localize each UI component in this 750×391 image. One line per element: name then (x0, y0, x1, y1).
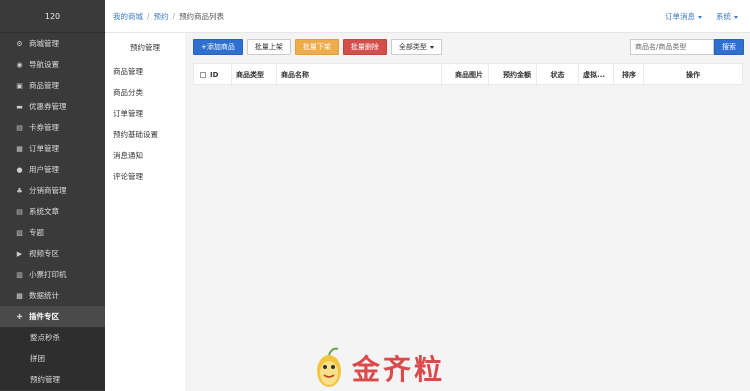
sidebar-item-label: 插件专区 (29, 312, 59, 321)
batch-delete-button[interactable]: 批量删除 (342, 39, 387, 55)
subnav-link-4[interactable]: 预约基础设置 (105, 124, 185, 145)
gear-icon: ⚙ (16, 39, 23, 48)
batch-unpublish-button[interactable]: 批量下架 (294, 39, 339, 55)
toolbar: +添加商品 批量上架 批量下架 批量删除 全部类型 (193, 39, 442, 55)
sidebar-subnav: 整点秒杀 拼团 预约管理 (0, 327, 105, 390)
table-header: ID 商品类型 商品名称 商品图片 预约金额 状态 虚拟... 排序 操作 (194, 64, 742, 86)
col-id-label: ID (210, 71, 219, 79)
type-filter-label: 全部类型 (398, 43, 427, 51)
sidebar-item-6[interactable]: ▦ 订单管理 (0, 138, 105, 159)
sidebar-subitem-1[interactable]: 整点秒杀 (0, 327, 105, 348)
col-name: 商品名称 (277, 64, 442, 86)
sidebar-item-label: 视频专区 (29, 249, 59, 258)
plugin-subnav: 预约管理 商品管理 商品分类 订单管理 预约基础设置 消息通知 评论管理 (105, 33, 185, 391)
printer-icon: ▥ (16, 270, 23, 279)
sidebar-item-7[interactable]: ● 用户管理 (0, 159, 105, 180)
chevron-down-icon (698, 15, 702, 19)
sidebar-item-2[interactable]: ◉ 导航设置 (0, 54, 105, 75)
main-content: +添加商品 批量上架 批量下架 批量删除 全部类型 搜索 ID 商品类型 商品名… (185, 33, 750, 391)
col-amount: 预约金额 (489, 64, 537, 86)
sidebar-subitem-3[interactable]: 预约管理 (0, 369, 105, 390)
sidebar-item-label: 商城管理 (29, 39, 59, 48)
subnav-link-1[interactable]: 商品管理 (105, 61, 185, 82)
sidebar-item-9[interactable]: ▤ 系统文章 (0, 201, 105, 222)
breadcrumb: 我的商城 / 预约 / 预约商品列表 (113, 11, 225, 21)
compass-icon: ◉ (16, 60, 23, 69)
search-input[interactable] (630, 39, 714, 55)
sidebar-item-11[interactable]: ▶ 视频专区 (0, 243, 105, 264)
sidebar-item-label: 商品管理 (29, 81, 59, 90)
sidebar-item-5[interactable]: ▤ 卡券管理 (0, 117, 105, 138)
col-sort: 排序 (614, 64, 644, 86)
col-actions: 操作 (686, 71, 700, 79)
brand-title: 120 (0, 0, 105, 33)
card-icon: ▤ (16, 123, 23, 132)
sidebar-item-label: 用户管理 (29, 165, 59, 174)
video-icon: ▶ (16, 249, 23, 258)
breadcrumb-booking[interactable]: 预约 (154, 12, 169, 21)
sidebar-item-label: 小票打印机 (29, 270, 67, 279)
breadcrumb-home[interactable]: 我的商城 (113, 12, 143, 21)
chevron-down-icon (734, 15, 738, 19)
sidebar-item-10[interactable]: ▧ 专题 (0, 222, 105, 243)
col-status: 状态 (537, 64, 579, 86)
main-sidebar: 120 ⚙ 商城管理 ◉ 导航设置 ▣ 商品管理 ▬ 优惠券管理 ▤ 卡券管理 ▦ 订单管理 ● 用户管理… (0, 0, 105, 391)
sidebar-item-label: 订单管理 (29, 144, 59, 153)
subnav-title: 预约管理 (130, 42, 160, 52)
sidebar-item-8[interactable]: ♣ 分销商管理 (0, 180, 105, 201)
sidebar-item-12[interactable]: ▥ 小票打印机 (0, 264, 105, 285)
col-id: ID (194, 64, 232, 86)
sidebar-item-13[interactable]: ▩ 数据统计 (0, 285, 105, 306)
sidebar-item-label: 分销商管理 (29, 186, 67, 195)
sidebar-item-1[interactable]: ⚙ 商城管理 (0, 33, 105, 54)
add-product-button[interactable]: +添加商品 (193, 39, 243, 55)
col-virtual: 虚拟... (579, 64, 614, 86)
puzzle-icon: ✚ (16, 312, 23, 321)
chevron-down-icon (429, 45, 434, 49)
order-icon: ▦ (16, 144, 23, 153)
top-bar: 我的商城 / 预约 / 预约商品列表 订单消息 系统 (105, 0, 750, 33)
system-menu[interactable]: 系统 (716, 11, 738, 22)
sidebar-item-label: 导航设置 (29, 60, 59, 69)
document-icon: ▤ (16, 207, 23, 216)
sidebar-item-3[interactable]: ▣ 商品管理 (0, 75, 105, 96)
sidebar-item-label: 优惠券管理 (29, 102, 67, 111)
user-icon: ● (16, 165, 23, 174)
search-group: 搜索 (630, 39, 744, 55)
system-label: 系统 (716, 12, 731, 21)
sidebar-subitem-2[interactable]: 拼团 (0, 348, 105, 369)
batch-publish-button[interactable]: 批量上架 (246, 39, 291, 55)
ticket-icon: ▬ (16, 102, 23, 111)
sidebar-item-label: 卡券管理 (29, 123, 59, 132)
watermark: 金齐粒 (312, 345, 445, 391)
chart-icon: ▩ (16, 291, 23, 300)
order-messages-menu[interactable]: 订单消息 (665, 11, 702, 22)
sidebar-item-label: 专题 (29, 228, 44, 237)
col-image: 商品图片 (442, 64, 489, 86)
watermark-text: 金齐粒 (352, 353, 446, 386)
sidebar-item-14[interactable]: ✚ 插件专区 (0, 306, 105, 327)
subnav-link-2[interactable]: 商品分类 (105, 82, 185, 103)
type-filter-dropdown[interactable]: 全部类型 (390, 39, 442, 55)
subnav-link-5[interactable]: 消息通知 (105, 145, 185, 166)
box-icon: ▣ (16, 81, 23, 90)
subnav-link-6[interactable]: 评论管理 (105, 166, 185, 187)
col-type: 商品类型 (232, 64, 277, 86)
sidebar-nav: ⚙ 商城管理 ◉ 导航设置 ▣ 商品管理 ▬ 优惠券管理 ▤ 卡券管理 ▦ 订单管理 ● 用户管理 ♣ 分销商… (0, 33, 105, 327)
product-table: ID 商品类型 商品名称 商品图片 预约金额 状态 虚拟... 排序 操作 (193, 63, 743, 86)
search-button[interactable]: 搜索 (714, 39, 744, 55)
sidebar-item-label: 数据统计 (29, 291, 59, 300)
select-all-checkbox[interactable] (200, 72, 206, 78)
order-messages-label: 订单消息 (665, 12, 695, 21)
sidebar-item-4[interactable]: ▬ 优惠券管理 (0, 96, 105, 117)
sitemap-icon: ♣ (16, 186, 23, 195)
subnav-link-3[interactable]: 订单管理 (105, 103, 185, 124)
mascot-logo-icon (317, 347, 341, 387)
topic-icon: ▧ (16, 228, 23, 237)
breadcrumb-current: 预约商品列表 (179, 11, 225, 21)
sidebar-item-label: 系统文章 (29, 207, 59, 216)
